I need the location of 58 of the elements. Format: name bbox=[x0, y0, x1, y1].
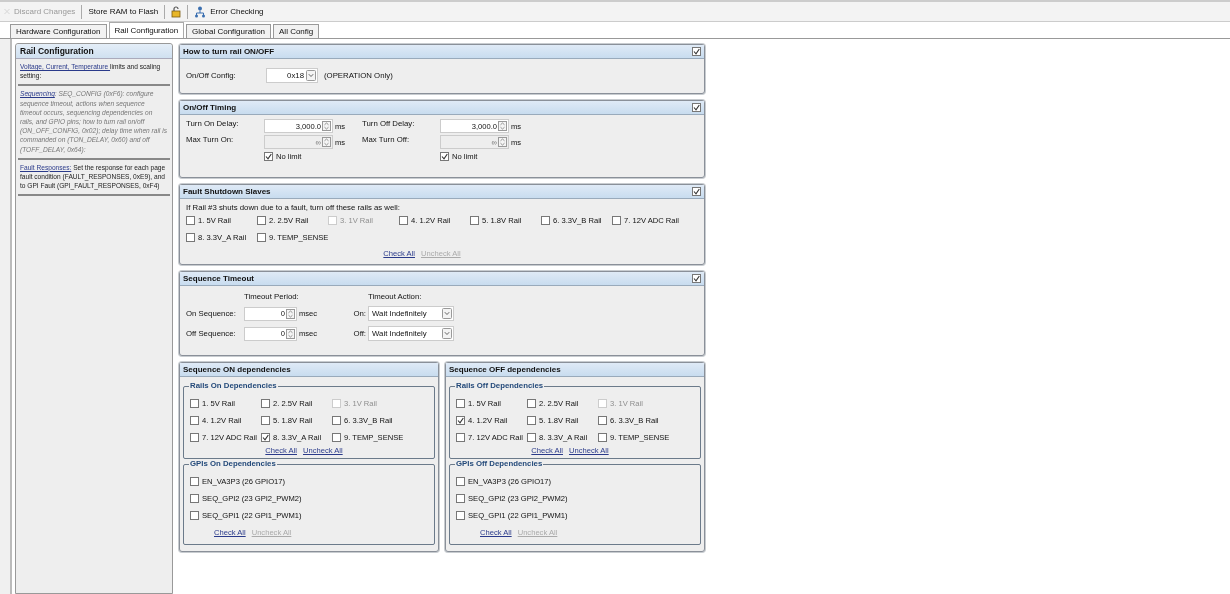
panel-title: On/Off Timing bbox=[183, 103, 237, 112]
hierarchy-icon bbox=[194, 5, 207, 18]
caret-icon bbox=[442, 308, 452, 319]
spinner-icon bbox=[498, 121, 507, 131]
checkbox[interactable] bbox=[456, 494, 465, 503]
checkbox[interactable] bbox=[332, 416, 341, 425]
panel-title: Sequence ON dependencies bbox=[183, 365, 291, 374]
checkbox[interactable] bbox=[456, 477, 465, 486]
checkbox[interactable] bbox=[190, 511, 199, 520]
checkbox[interactable] bbox=[190, 399, 199, 408]
checkbox[interactable] bbox=[692, 47, 701, 56]
checkbox[interactable] bbox=[527, 399, 536, 408]
checkbox[interactable] bbox=[186, 233, 195, 242]
checkbox[interactable] bbox=[190, 433, 199, 442]
checkbox[interactable] bbox=[527, 416, 536, 425]
caret-icon bbox=[306, 69, 316, 81]
checkbox[interactable] bbox=[261, 433, 270, 442]
checkbox[interactable] bbox=[456, 433, 465, 442]
tab[interactable]: Hardware Configuration bbox=[10, 24, 107, 38]
panel-title: Fault Shutdown Slaves bbox=[183, 187, 271, 196]
checkbox[interactable] bbox=[257, 233, 266, 242]
checkbox[interactable] bbox=[692, 103, 701, 112]
checkbox[interactable] bbox=[598, 416, 607, 425]
tab[interactable]: Global Configuration bbox=[186, 24, 272, 38]
checkbox[interactable] bbox=[190, 494, 199, 503]
spinner-icon bbox=[286, 328, 295, 339]
checkbox[interactable] bbox=[332, 433, 341, 442]
checkbox[interactable] bbox=[527, 433, 536, 442]
sidebar-title: Rail Configuration bbox=[20, 46, 94, 56]
checkbox[interactable] bbox=[261, 399, 270, 408]
tab[interactable]: All Config bbox=[273, 24, 320, 38]
checkbox[interactable] bbox=[456, 511, 465, 520]
toolbar-button[interactable]: Error Checking bbox=[190, 3, 268, 20]
caret-icon bbox=[442, 328, 452, 339]
checkbox[interactable] bbox=[692, 187, 701, 196]
spinner-icon bbox=[498, 137, 507, 147]
checkbox[interactable] bbox=[399, 216, 408, 225]
panel-title: Sequence Timeout bbox=[183, 274, 254, 283]
checkbox[interactable] bbox=[190, 477, 199, 486]
checkbox[interactable] bbox=[257, 216, 266, 225]
checkbox[interactable] bbox=[190, 416, 199, 425]
panel-title: How to turn rail ON/OFF bbox=[183, 47, 275, 56]
checkbox[interactable] bbox=[692, 274, 701, 283]
panel-title: Sequence OFF dependencies bbox=[449, 365, 561, 374]
padlock-icon bbox=[171, 5, 182, 18]
checkbox[interactable] bbox=[470, 216, 479, 225]
checkbox[interactable] bbox=[541, 216, 550, 225]
checkbox[interactable] bbox=[456, 399, 465, 408]
tab[interactable]: Rail Configuration bbox=[108, 22, 185, 38]
spinner-icon bbox=[286, 308, 295, 319]
spinner-icon bbox=[322, 121, 331, 131]
checkbox[interactable] bbox=[456, 416, 465, 425]
checkbox[interactable] bbox=[612, 216, 621, 225]
checkbox[interactable] bbox=[261, 416, 270, 425]
spinner-icon bbox=[322, 137, 331, 147]
toolbar-button[interactable]: Store RAM to Flash bbox=[84, 5, 163, 18]
checkbox[interactable] bbox=[186, 216, 195, 225]
checkbox[interactable] bbox=[598, 433, 607, 442]
